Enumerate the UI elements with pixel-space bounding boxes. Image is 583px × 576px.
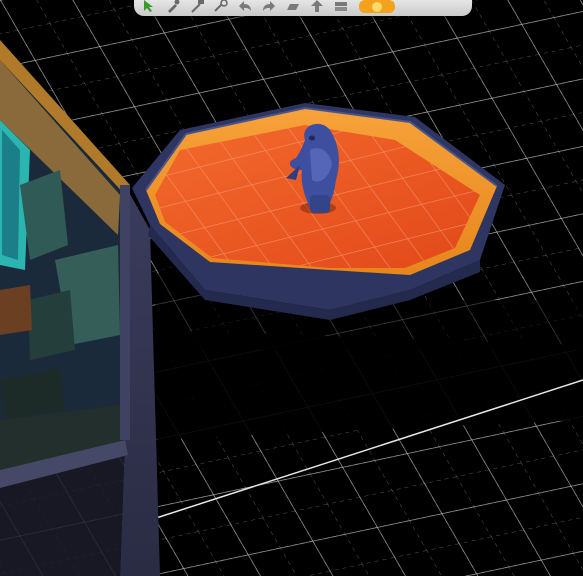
sledgehammer-icon[interactable] <box>188 0 206 14</box>
redo-icon[interactable] <box>260 0 278 14</box>
select-arrow-icon[interactable] <box>140 0 158 14</box>
lighting-toggle-icon[interactable] <box>356 0 398 14</box>
floor-level-icon[interactable] <box>284 0 302 14</box>
build-mode-viewport[interactable] <box>0 0 583 576</box>
wall-view-icon[interactable] <box>332 0 350 14</box>
undo-icon[interactable] <box>236 0 254 14</box>
design-tool-icon[interactable] <box>212 0 230 14</box>
move-up-level-icon[interactable] <box>308 0 326 14</box>
build-toolbar <box>134 0 472 16</box>
eyedropper-icon[interactable] <box>164 0 182 14</box>
